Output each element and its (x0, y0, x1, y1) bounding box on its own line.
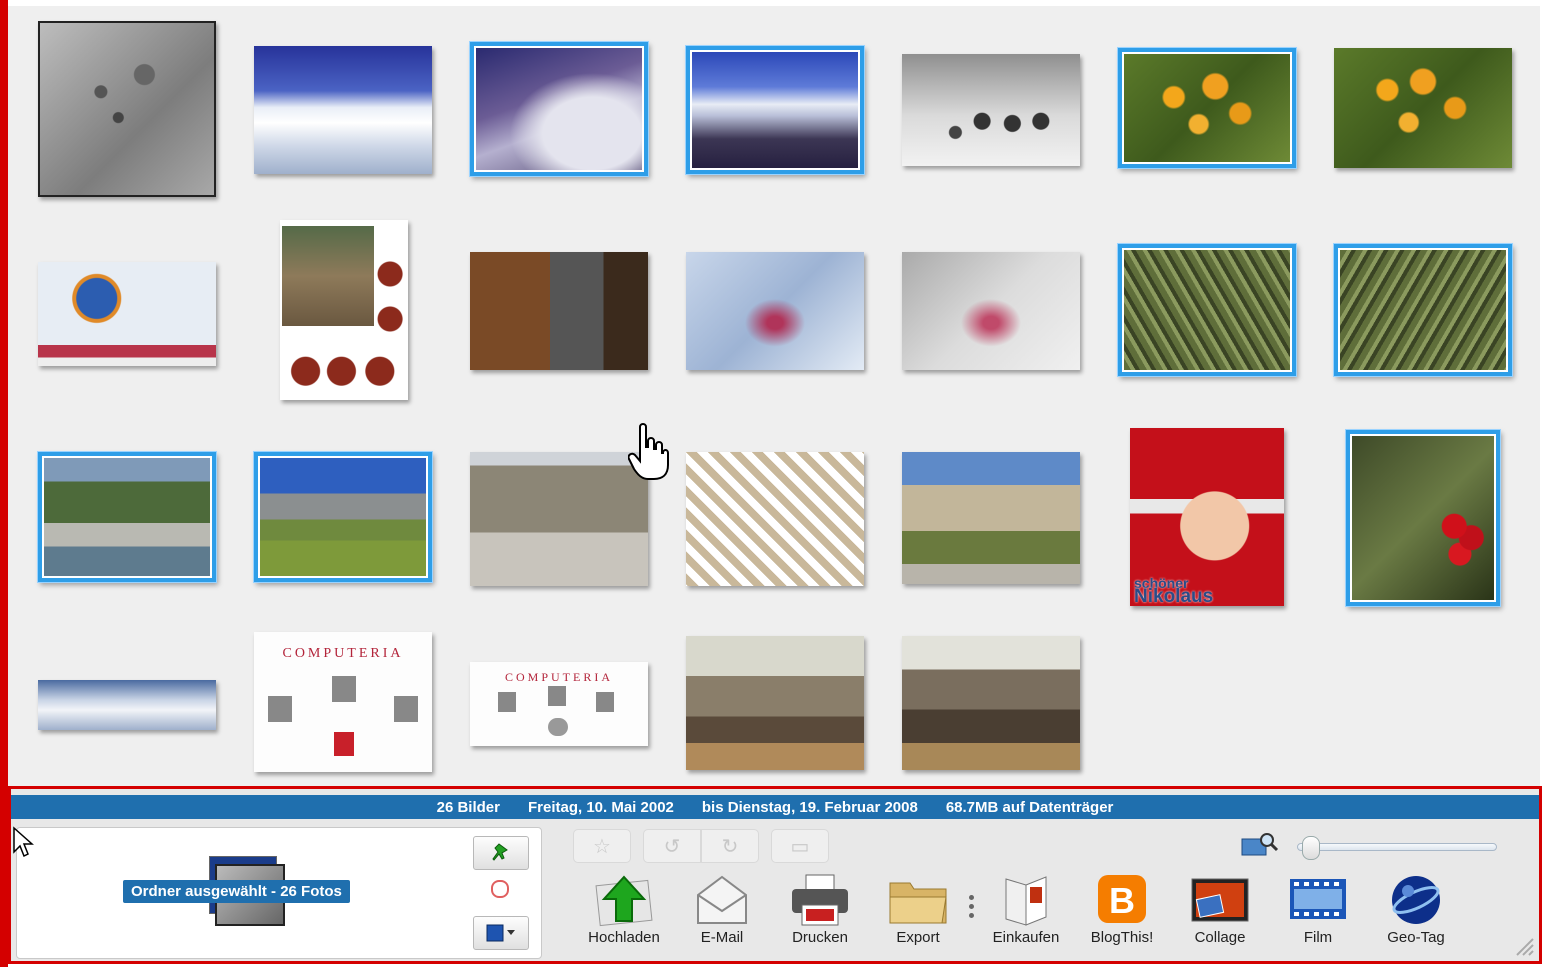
computeria-text: COMPUTERIA (282, 646, 404, 661)
tag-icon: ▭ (790, 835, 810, 858)
thumbnail-grid[interactable]: schöner Nikolaus COMPUTERIA COMPUTERIA (8, 6, 1540, 786)
print-button[interactable]: Drucken (775, 873, 865, 946)
thumb-embroidery-1[interactable] (686, 252, 864, 370)
collage-icon (1188, 873, 1252, 927)
blogger-icon: B (1090, 873, 1154, 927)
more-options-handle[interactable] (969, 895, 975, 922)
thumb-meeting-room-2[interactable] (902, 636, 1080, 770)
status-bar: 26 Bilder Freitag, 10. Mai 2002 bis Dien… (11, 795, 1539, 819)
thumb-collage-room[interactable] (280, 220, 408, 400)
thumb-arcade-garden[interactable] (902, 452, 1080, 584)
upload-arrow-icon (592, 873, 656, 927)
film-button[interactable]: Film (1273, 873, 1363, 946)
email-button[interactable]: E-Mail (677, 873, 767, 946)
thumb-arcade-courtyard[interactable] (470, 452, 648, 586)
thumb-mountain-clouds[interactable] (470, 42, 648, 176)
thumb-orange-flowers-2[interactable] (1334, 48, 1512, 168)
highlight-border-left (0, 0, 8, 967)
picasa-window: schöner Nikolaus COMPUTERIA COMPUTERIA 2… (0, 0, 1544, 967)
thumb-micrograph-particles[interactable] (902, 54, 1080, 166)
thumbnail-size-control (1241, 831, 1501, 861)
book-icon (994, 873, 1058, 927)
photo-tray[interactable]: Ordner ausgewählt - 26 Fotos (16, 827, 542, 959)
rotate-right-icon: ↻ (721, 835, 739, 858)
nikolaus-caption: schöner Nikolaus (1134, 575, 1214, 607)
green-pin-icon (492, 843, 508, 861)
computeria-text: COMPUTERIA (504, 670, 613, 684)
rotate-left-button[interactable]: ↺ (643, 829, 701, 863)
thumb-rock-forest[interactable] (38, 452, 216, 582)
thumb-orange-flowers-1[interactable] (1118, 48, 1296, 168)
thumb-snow-panorama[interactable] (38, 680, 216, 730)
thumb-green-plants-2[interactable] (1334, 244, 1512, 376)
status-size: 68.7MB auf Datenträger (945, 798, 1114, 816)
thumbnail-size-slider[interactable] (1297, 836, 1497, 860)
slider-knob[interactable] (1302, 836, 1320, 860)
export-button[interactable]: Export (873, 873, 963, 946)
arrow-cursor-icon (13, 826, 34, 858)
folder-selected-label: Ordner ausgewählt - 26 Fotos (123, 880, 350, 903)
film-strip-icon (1286, 873, 1350, 927)
thumb-snow-landscape[interactable] (254, 46, 432, 174)
rotate-right-button[interactable]: ↻ (701, 829, 759, 863)
thumb-alpine-valley[interactable] (686, 46, 864, 174)
zoom-photo-icon (1241, 833, 1279, 856)
status-date-from: Freitag, 10. Mai 2002 (527, 798, 674, 816)
upload-button[interactable]: Hochladen (579, 873, 669, 946)
geotag-button[interactable]: Geo-Tag (1371, 873, 1461, 946)
thumb-mountain-meadow[interactable] (254, 452, 432, 582)
tag-button[interactable]: ▭ (771, 829, 829, 863)
folder-icon (886, 873, 950, 927)
thumb-embroidery-2[interactable] (902, 252, 1080, 370)
thumb-mosaic-tiles[interactable] (686, 452, 864, 586)
envelope-icon (690, 873, 754, 927)
status-date-to: bis Dienstag, 19. Februar 2008 (701, 798, 918, 816)
status-count: 26 Bilder (436, 798, 500, 816)
thumb-thunderbird-portable[interactable] (38, 262, 216, 366)
resize-grip-icon[interactable] (1511, 933, 1535, 957)
svg-text:B: B (1109, 880, 1135, 921)
thumb-meeting-room-1[interactable] (686, 636, 864, 770)
hold-button[interactable] (473, 836, 529, 870)
thumb-computeria-logo-2[interactable]: COMPUTERIA (470, 662, 648, 746)
shop-button[interactable]: Einkaufen (981, 873, 1071, 946)
globe-icon (1384, 873, 1448, 927)
thumb-green-plants-1[interactable] (1118, 244, 1296, 376)
hand-cursor-icon (628, 423, 669, 480)
clear-circle-icon[interactable] (491, 880, 509, 898)
printer-icon (788, 873, 852, 927)
thumb-baby-nikolaus[interactable]: schöner Nikolaus (1130, 428, 1284, 606)
album-dropdown-icon (486, 924, 515, 942)
bottom-tray: 26 Bilder Freitag, 10. Mai 2002 bis Dien… (8, 786, 1542, 964)
rotate-left-icon: ↺ (663, 835, 681, 858)
thumb-stove-room[interactable] (470, 252, 648, 370)
blogthis-button[interactable]: B BlogThis! (1077, 873, 1167, 946)
collage-button[interactable]: Collage (1175, 873, 1265, 946)
star-button[interactable]: ☆ (573, 829, 631, 863)
thumb-computeria-logo-1[interactable]: COMPUTERIA (254, 632, 432, 772)
thumb-micrograph-cell[interactable] (38, 21, 216, 197)
star-icon: ☆ (593, 835, 611, 858)
add-to-album-button[interactable] (473, 916, 529, 950)
thumb-red-berries[interactable] (1346, 430, 1500, 606)
